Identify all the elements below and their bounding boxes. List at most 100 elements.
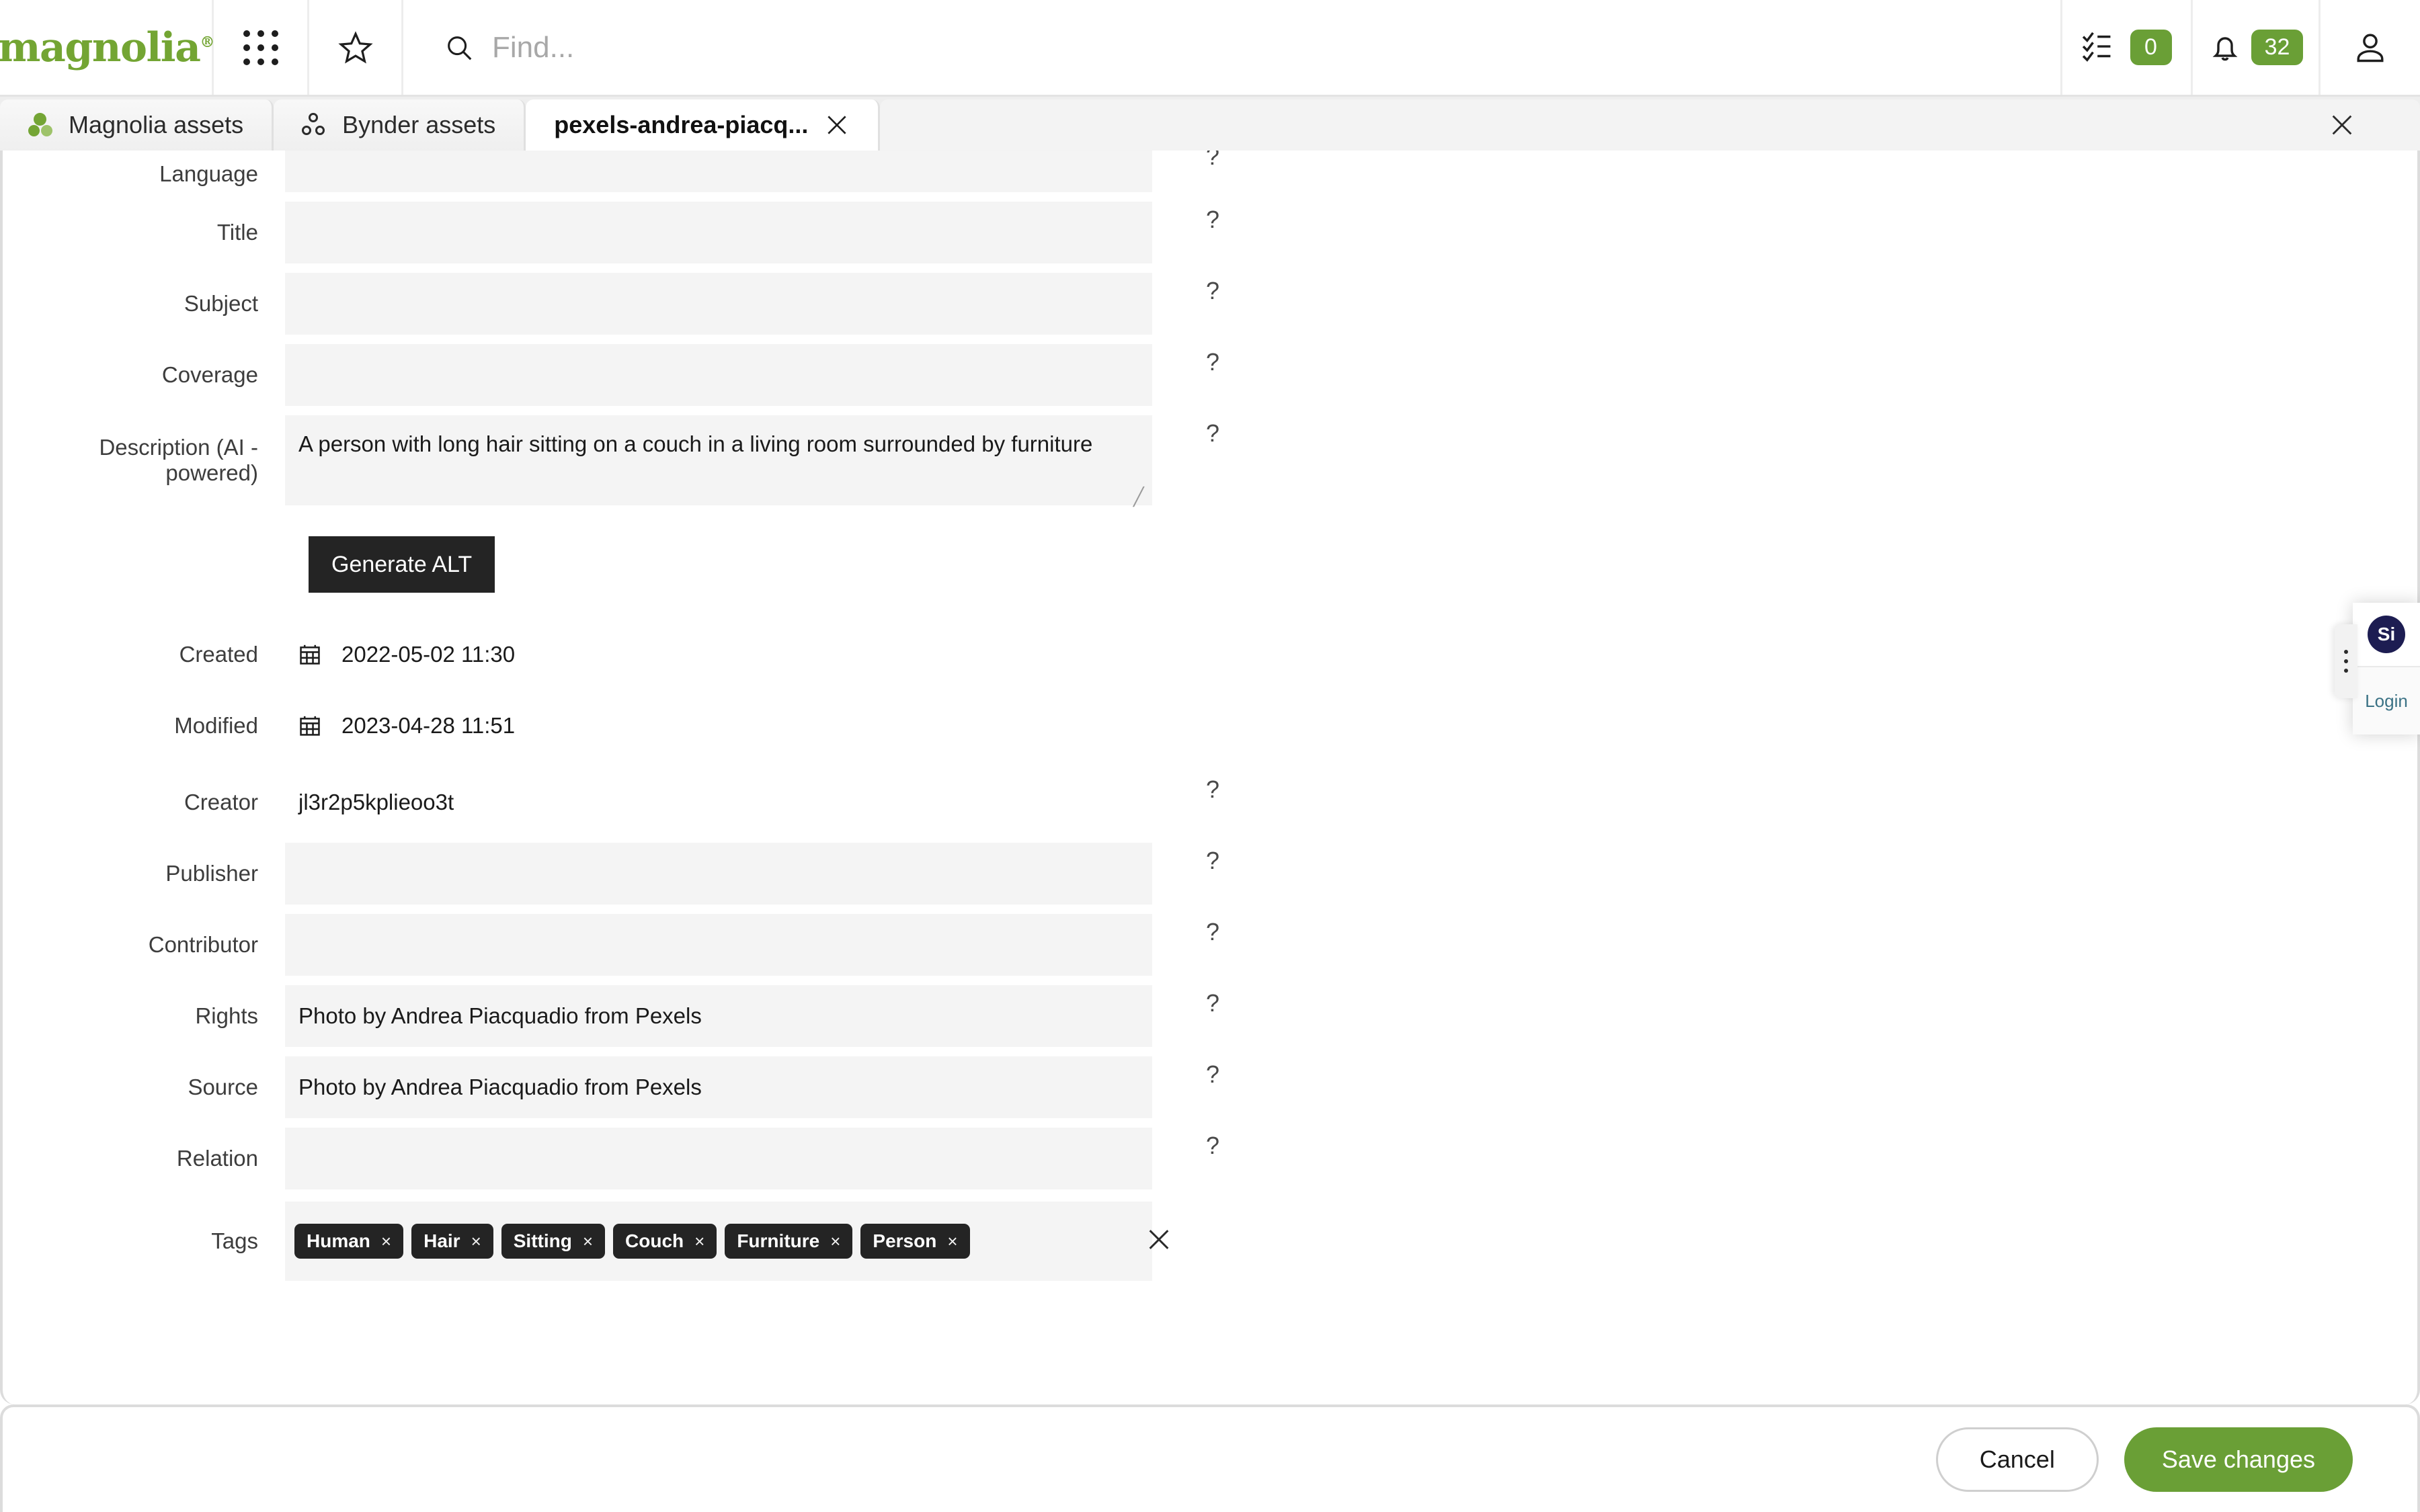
notifications-button[interactable]: 32 <box>2193 0 2321 95</box>
widget-avatar-area: Si <box>2353 603 2420 667</box>
save-changes-button[interactable]: Save changes <box>2124 1427 2353 1492</box>
help-icon[interactable]: ? <box>1206 918 1219 946</box>
tag-label: Sitting <box>513 1230 572 1251</box>
registered-mark: ® <box>200 33 214 51</box>
created-date-field[interactable]: 2022-05-02 11:30 <box>285 624 1152 685</box>
close-icon <box>2332 115 2352 135</box>
help-icon[interactable]: ? <box>1206 775 1219 804</box>
cancel-button[interactable]: Cancel <box>1935 1427 2099 1492</box>
widget-login-area[interactable]: Login <box>2353 667 2420 734</box>
calendar-icon <box>298 643 321 666</box>
app-header: magnolia® Find... 0 32 <box>0 0 2420 97</box>
help-icon[interactable]: ? <box>1206 206 1219 234</box>
field-label: Contributor <box>148 932 258 957</box>
generate-alt-button[interactable]: Generate ALT <box>309 536 495 593</box>
field-label: Rights <box>195 1003 258 1028</box>
tag-chip[interactable]: Hair × <box>411 1224 493 1259</box>
tag-chip[interactable]: Sitting × <box>501 1224 606 1259</box>
form-row-relation: Relation ? <box>3 1128 2417 1189</box>
form-row-language: Language ? <box>3 151 2417 192</box>
tag-remove-icon[interactable]: × <box>381 1231 391 1252</box>
help-icon[interactable]: ? <box>1206 1132 1219 1160</box>
form-row-title: Title ? <box>3 202 2417 263</box>
help-icon[interactable]: ? <box>1206 277 1219 305</box>
rights-input[interactable]: Photo by Andrea Piacquadio from Pexels <box>285 985 1152 1047</box>
form-row-modified: Modified 2023-04-28 11:51 <box>3 695 2417 757</box>
help-icon[interactable]: ? <box>1206 151 1219 171</box>
tag-label: Couch <box>625 1230 684 1251</box>
avatar: Si <box>2368 616 2405 653</box>
subject-input[interactable] <box>285 273 1152 335</box>
logo-text: magnolia <box>0 24 201 71</box>
description-textarea[interactable]: A person with long hair sitting on a cou… <box>285 415 1152 505</box>
relation-input[interactable] <box>285 1128 1152 1189</box>
tag-remove-icon[interactable]: × <box>471 1231 481 1252</box>
help-icon[interactable]: ? <box>1206 1060 1219 1089</box>
tasks-button[interactable]: 0 <box>2062 0 2193 95</box>
tag-chip[interactable]: Person × <box>860 1224 970 1259</box>
field-label: Subject <box>184 291 258 316</box>
resize-grip-icon[interactable]: ╱ <box>1133 488 1148 505</box>
tab-pexels-asset[interactable]: pexels-andrea-piacq... <box>526 99 881 151</box>
description-value: A person with long hair sitting on a cou… <box>298 431 1093 456</box>
metadata-form: Language ? Title ? Subject ? Coverage ? … <box>3 151 2417 1281</box>
asset-detail-form-panel: Language ? Title ? Subject ? Coverage ? … <box>0 151 2420 1404</box>
form-row-description: Description (AI - powered) A person with… <box>3 415 2417 505</box>
form-row-creator: Creator jl3r2p5kplieoo3t ? <box>3 771 2417 833</box>
form-row-source: Source Photo by Andrea Piacquadio from P… <box>3 1056 2417 1118</box>
title-input[interactable] <box>285 202 1152 263</box>
bell-icon <box>2212 36 2238 60</box>
tag-chip[interactable]: Human × <box>294 1224 404 1259</box>
field-label: Description (AI - powered) <box>99 435 258 485</box>
tag-remove-icon[interactable]: × <box>694 1231 704 1252</box>
magnolia-logo[interactable]: magnolia® <box>0 0 214 95</box>
form-action-bar: Cancel Save changes <box>0 1404 2420 1512</box>
help-icon[interactable]: ? <box>1206 989 1219 1017</box>
tasks-checklist-icon <box>2082 32 2110 62</box>
help-icon[interactable]: ? <box>1206 847 1219 875</box>
creator-value: jl3r2p5kplieoo3t <box>298 790 454 814</box>
global-search[interactable]: Find... <box>403 0 2062 95</box>
tag-remove-icon[interactable]: × <box>947 1231 957 1252</box>
search-input[interactable]: Find... <box>492 31 574 65</box>
tab-bynder-assets[interactable]: Bynder assets <box>274 99 526 151</box>
help-icon[interactable]: ? <box>1206 348 1219 376</box>
grid-apps-icon <box>243 30 278 65</box>
form-row-created: Created 2022-05-02 11:30 <box>3 624 2417 685</box>
form-row-coverage: Coverage ? <box>3 344 2417 406</box>
search-icon <box>448 36 472 60</box>
tags-input[interactable]: Human × Hair × Sitting × Couch × Furnitu… <box>285 1202 1152 1281</box>
bynder-dots-icon <box>302 113 326 137</box>
tab-close-button[interactable] <box>824 112 850 138</box>
language-input[interactable] <box>285 151 1152 192</box>
widget-drag-handle[interactable] <box>2335 624 2357 698</box>
tab-label: Magnolia assets <box>69 111 244 138</box>
tag-label: Hair <box>424 1230 460 1251</box>
help-icon[interactable]: ? <box>1206 419 1219 448</box>
publisher-input[interactable] <box>285 843 1152 905</box>
notifications-count-badge: 32 <box>2251 30 2304 65</box>
floating-login-widget[interactable]: Si Login <box>2335 603 2420 734</box>
magnolia-dots-icon <box>28 113 52 137</box>
contributor-input[interactable] <box>285 914 1152 976</box>
user-menu-button[interactable] <box>2321 0 2420 95</box>
modified-date-field[interactable]: 2023-04-28 11:51 <box>285 695 1152 757</box>
close-icon <box>828 116 847 134</box>
coverage-input[interactable] <box>285 344 1152 406</box>
tag-chip[interactable]: Furniture × <box>725 1224 853 1259</box>
logo-wordmark: magnolia® <box>0 24 214 71</box>
modified-date-value: 2023-04-28 11:51 <box>341 713 516 738</box>
tab-bar: Magnolia assets Bynder assets pexels-and… <box>0 97 2420 151</box>
source-input[interactable]: Photo by Andrea Piacquadio from Pexels <box>285 1056 1152 1118</box>
tag-chip[interactable]: Couch × <box>613 1224 717 1259</box>
close-all-tabs-button[interactable] <box>2329 112 2355 138</box>
tag-remove-icon[interactable]: × <box>583 1231 593 1252</box>
field-label: Modified <box>174 713 258 738</box>
favorites-button[interactable] <box>309 0 403 95</box>
tag-remove-icon[interactable]: × <box>830 1231 840 1252</box>
apps-launcher-button[interactable] <box>214 0 309 95</box>
login-link[interactable]: Login <box>2365 691 2408 712</box>
tags-clear-all-button[interactable] <box>1145 1226 1172 1257</box>
tab-label: pexels-andrea-piacq... <box>554 111 809 138</box>
tab-magnolia-assets[interactable]: Magnolia assets <box>0 99 274 151</box>
